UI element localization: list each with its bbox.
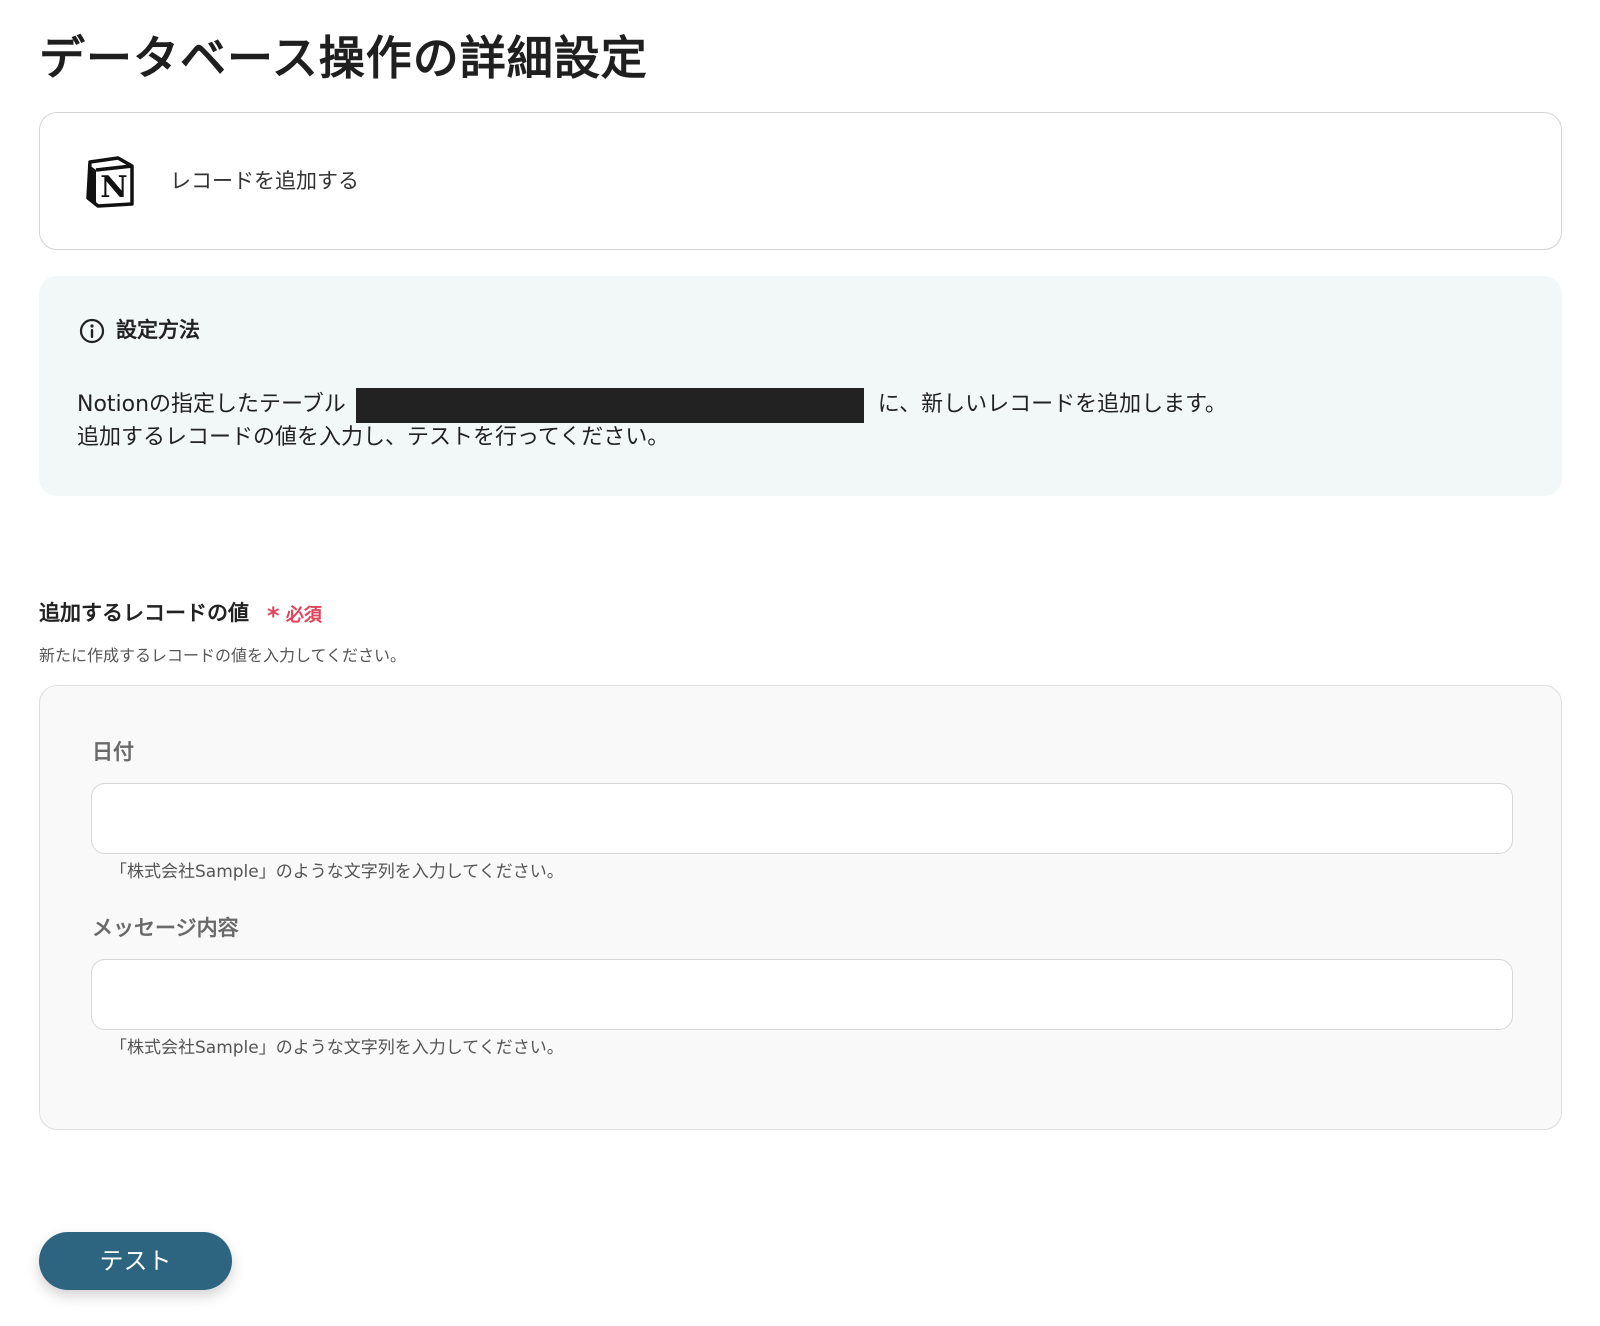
info-circle-icon bbox=[79, 318, 105, 344]
page: データベース操作の詳細設定 N レコードを追加する 設定方法 Notionの指定… bbox=[0, 0, 1600, 1326]
date-field-label: 日付 bbox=[92, 740, 134, 764]
info-box bbox=[39, 276, 1562, 496]
record-values-panel bbox=[39, 685, 1562, 1130]
info-description-line2: 追加するレコードの値を入力し、テストを行ってください。 bbox=[77, 425, 670, 450]
record-values-help: 新たに作成するレコードの値を入力してください。 bbox=[39, 646, 407, 665]
page-title: データベース操作の詳細設定 bbox=[39, 31, 648, 85]
info-line1-prefix: Notionの指定したテーブル bbox=[77, 392, 346, 417]
required-asterisk: * bbox=[267, 602, 280, 630]
notion-logo-icon: N bbox=[86, 156, 134, 208]
test-button[interactable]: テスト bbox=[39, 1232, 232, 1290]
record-values-label: 追加するレコードの値 bbox=[39, 601, 249, 625]
message-field-label: メッセージ内容 bbox=[92, 916, 239, 940]
action-label: レコードを追加する bbox=[170, 169, 359, 193]
required-badge: * 必須 bbox=[267, 602, 322, 630]
info-title: 設定方法 bbox=[116, 318, 200, 342]
date-field-input[interactable] bbox=[91, 783, 1513, 854]
required-text: 必須 bbox=[285, 605, 322, 626]
message-field-input[interactable] bbox=[91, 959, 1513, 1030]
info-line1-suffix: に、新しいレコードを追加します。 bbox=[877, 392, 1227, 417]
svg-text:N: N bbox=[100, 170, 127, 205]
redacted-table-name bbox=[355, 387, 864, 423]
date-field-hint: 「株式会社Sample」のような文字列を入力してください。 bbox=[110, 862, 564, 882]
message-field-hint: 「株式会社Sample」のような文字列を入力してください。 bbox=[110, 1038, 564, 1058]
info-description-line1: Notionの指定したテーブル に、新しいレコードを追加します。 bbox=[77, 387, 1227, 423]
